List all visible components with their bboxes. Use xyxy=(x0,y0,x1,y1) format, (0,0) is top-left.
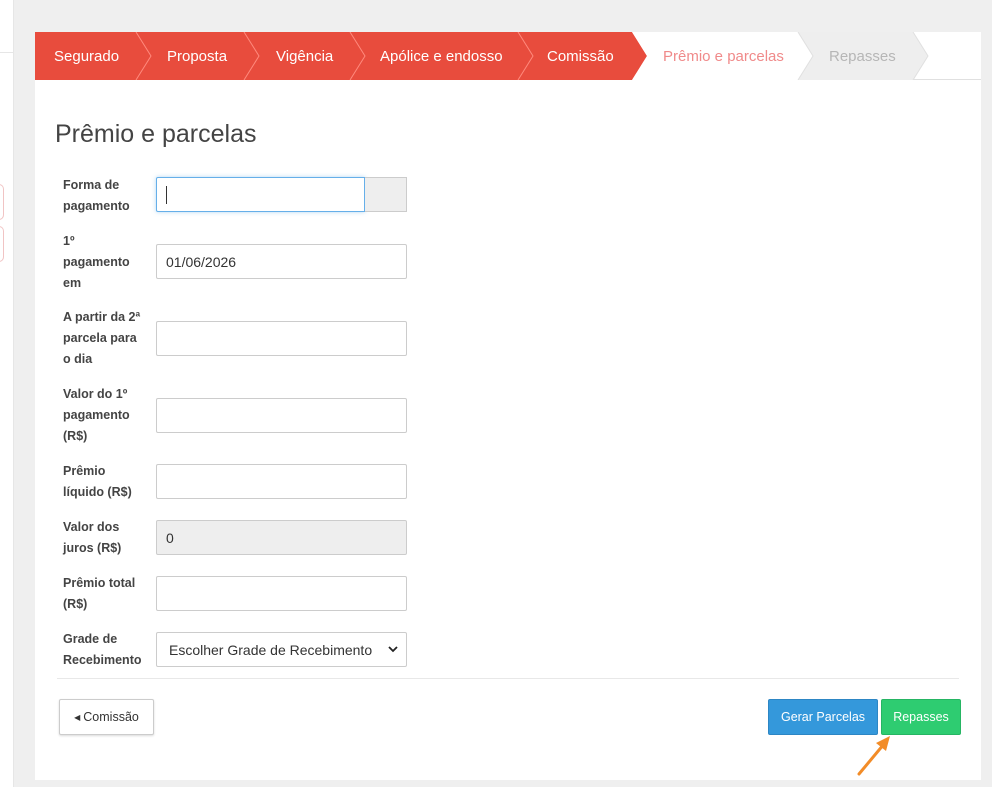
sidebar-tab[interactable] xyxy=(0,184,4,220)
step-comissao[interactable]: Comissão xyxy=(547,32,614,80)
forma-pagamento-input[interactable] xyxy=(156,177,365,212)
grade-recebimento-selected: Escolher Grade de Recebimento xyxy=(169,641,373,658)
step-premio-parcelas[interactable]: Prêmio e parcelas xyxy=(663,32,784,80)
back-button-label: Comissão xyxy=(83,710,139,724)
chevron-down-icon xyxy=(388,644,398,656)
sidebar-divider xyxy=(0,52,14,53)
segunda-parcela-input[interactable] xyxy=(156,321,407,356)
step-repasses[interactable]: Repasses xyxy=(829,32,896,80)
step-segurado[interactable]: Segurado xyxy=(54,32,119,80)
text-cursor xyxy=(166,185,167,204)
valor-primeiro-pagamento-input[interactable] xyxy=(156,398,407,433)
sidebar-tab[interactable] xyxy=(0,226,4,262)
primeiro-pagamento-label: 1º pagamento em xyxy=(63,234,130,290)
form-divider xyxy=(57,678,959,679)
premio-liquido-label: Prêmio líquido (R$) xyxy=(63,464,132,499)
wizard-steps: Segurado Proposta Vigência Apólice e end… xyxy=(35,32,981,80)
grade-recebimento-select[interactable]: Escolher Grade de Recebimento xyxy=(156,632,407,667)
premio-total-input[interactable] xyxy=(156,576,407,611)
valor-juros-label: Valor dos juros (R$) xyxy=(63,520,122,555)
gerar-parcelas-label: Gerar Parcelas xyxy=(780,710,866,724)
step-vigencia[interactable]: Vigência xyxy=(276,32,333,80)
premio-total-label: Prêmio total (R$) xyxy=(63,576,136,611)
page-title: Prêmio e parcelas xyxy=(55,120,257,148)
segunda-parcela-label: A partir da 2ª parcela para o dia xyxy=(63,310,141,366)
valor-juros-value: 0 xyxy=(166,529,174,546)
grade-recebimento-label: Grade de Recebimento xyxy=(63,632,142,667)
left-sidebar-strip xyxy=(0,0,14,787)
step-apolice-endosso[interactable]: Apólice e endosso xyxy=(380,32,503,80)
repasses-button-label: Repasses xyxy=(893,710,949,724)
forma-pagamento-label: Forma de pagamento xyxy=(63,178,130,213)
valor-juros-input[interactable]: 0 xyxy=(156,520,407,555)
arrow-pointer-icon xyxy=(857,736,890,776)
form-card: Segurado Proposta Vigência Apólice e end… xyxy=(35,32,981,780)
forma-pagamento-addon[interactable] xyxy=(365,177,407,212)
premio-liquido-input[interactable] xyxy=(156,464,407,499)
valor-primeiro-pagamento-label: Valor do 1º pagamento (R$) xyxy=(63,387,130,443)
gerar-parcelas-button[interactable]: Gerar Parcelas xyxy=(768,699,878,735)
primeiro-pagamento-input[interactable]: 01/06/2026 xyxy=(156,244,407,279)
repasses-button[interactable]: Repasses xyxy=(881,699,961,735)
back-comissao-button[interactable]: ◀ Comissão xyxy=(59,699,154,735)
primeiro-pagamento-value: 01/06/2026 xyxy=(166,253,237,270)
caret-left-icon: ◀ xyxy=(74,712,81,722)
step-proposta[interactable]: Proposta xyxy=(167,32,227,80)
